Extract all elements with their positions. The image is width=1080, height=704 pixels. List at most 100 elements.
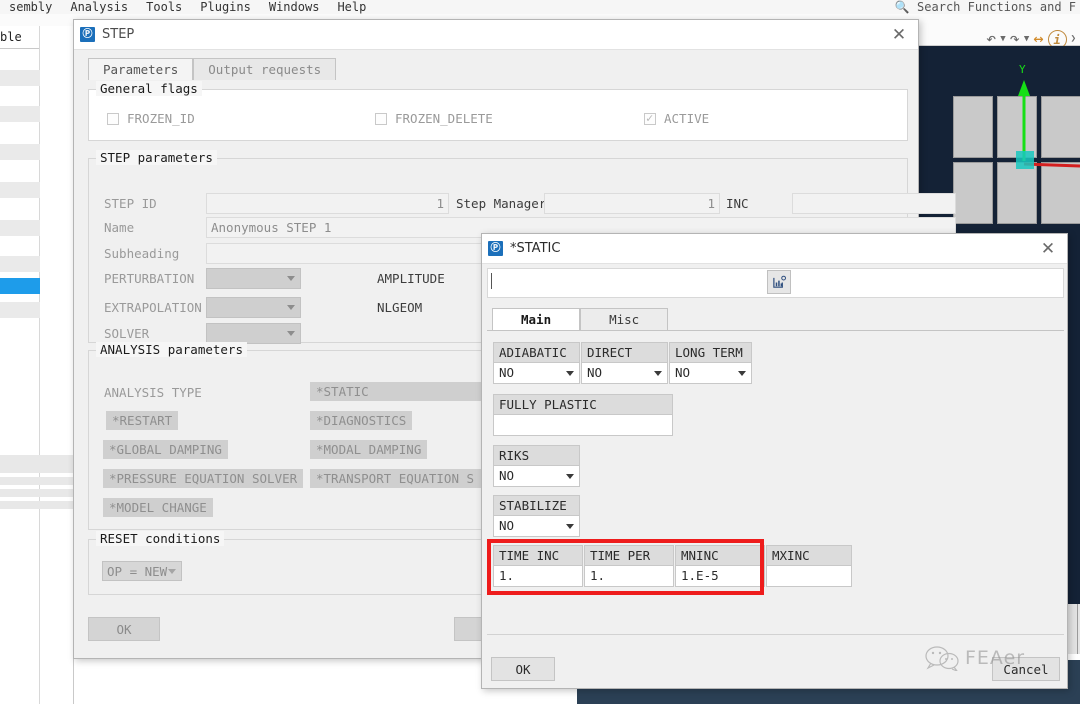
- analysis-type-label: ANALYSIS TYPE: [104, 385, 202, 400]
- analysis-parameters-title: ANALYSIS parameters: [96, 342, 247, 357]
- step-id-field[interactable]: 1: [206, 193, 449, 214]
- step-manager-field[interactable]: 1: [544, 193, 720, 214]
- tab-parameters[interactable]: Parameters: [88, 58, 194, 80]
- menu-item-assembly[interactable]: sembly: [0, 0, 61, 14]
- app-icon: Ⓟ: [80, 27, 95, 42]
- time-inc-header: TIME INC: [493, 545, 583, 566]
- inc-label: INC: [726, 196, 749, 211]
- tree-row[interactable]: [0, 144, 40, 160]
- chevron-down-icon: [287, 276, 295, 281]
- nlgeom-label: NLGEOM: [377, 300, 423, 315]
- keyword-modal-damping-button[interactable]: *MODAL DAMPING: [310, 440, 428, 459]
- fully-plastic-field[interactable]: [493, 414, 673, 436]
- mxinc-field[interactable]: [766, 565, 852, 587]
- static-cancel-button[interactable]: Cancel: [992, 657, 1060, 681]
- redo-chevron-down-icon[interactable]: ▼: [1024, 35, 1029, 44]
- list-item[interactable]: [0, 489, 75, 497]
- menu-item-windows[interactable]: Windows: [260, 0, 329, 14]
- tab-misc[interactable]: Misc: [580, 308, 669, 330]
- step-ok-button[interactable]: OK: [88, 617, 160, 641]
- chevron-down-icon: [287, 331, 295, 336]
- checkbox-frozen-id[interactable]: FROZEN_ID: [107, 111, 195, 126]
- long-term-header: LONG TERM: [669, 342, 752, 363]
- tree-row[interactable]: [0, 182, 40, 198]
- keyword-global-damping-button[interactable]: *GLOBAL DAMPING: [103, 440, 228, 459]
- keyword-pressure-eq-solver-button[interactable]: *PRESSURE EQUATION SOLVER: [103, 469, 304, 488]
- inc-field[interactable]: [792, 193, 956, 214]
- general-flags-box: [88, 89, 908, 141]
- tree-row[interactable]: [0, 220, 40, 236]
- undo-chevron-down-icon[interactable]: ▼: [1000, 35, 1005, 44]
- search-input[interactable]: 🔍 Search Functions and F: [895, 0, 1076, 16]
- menu-item-help[interactable]: Help: [328, 0, 375, 14]
- riks-combo[interactable]: NO: [493, 465, 580, 487]
- left-tree-panel: ble: [0, 26, 74, 704]
- tree-row[interactable]: [0, 106, 40, 122]
- checkbox-box[interactable]: [375, 112, 387, 125]
- left-panel-tab[interactable]: ble: [0, 26, 40, 48]
- reset-op-value: OP = NEW: [107, 564, 168, 579]
- checkbox-box[interactable]: [644, 111, 656, 125]
- chevron-down-icon: [738, 371, 746, 376]
- reset-op-combo[interactable]: OP = NEW: [102, 561, 182, 581]
- adiabatic-combo[interactable]: NO: [493, 362, 580, 384]
- menu-item-plugins[interactable]: Plugins: [191, 0, 260, 14]
- time-per-field[interactable]: 1.: [584, 565, 674, 587]
- mninc-field[interactable]: 1.E-5: [675, 565, 765, 587]
- tree-row-selected[interactable]: [0, 278, 40, 294]
- menu-item-analysis[interactable]: Analysis: [61, 0, 137, 14]
- tab-main[interactable]: Main: [492, 308, 581, 330]
- adiabatic-header: ADIABATIC: [493, 342, 580, 363]
- step-parameters-title: STEP parameters: [96, 150, 217, 165]
- tree-row[interactable]: [0, 256, 40, 272]
- tree-row[interactable]: [0, 70, 40, 86]
- step-manager-label: Step Manager: [456, 196, 547, 211]
- left-panel-divider: [39, 26, 40, 704]
- tree-row[interactable]: [0, 302, 40, 318]
- checkbox-active[interactable]: ACTIVE: [644, 111, 709, 126]
- keyword-restart-button[interactable]: *RESTART: [106, 411, 179, 430]
- chevron-down-icon: [566, 524, 574, 529]
- checkbox-box[interactable]: [107, 112, 119, 125]
- long-term-combo[interactable]: NO: [669, 362, 752, 384]
- direct-combo[interactable]: NO: [581, 362, 668, 384]
- static-ok-button[interactable]: OK: [491, 657, 555, 681]
- menu-item-tools[interactable]: Tools: [137, 0, 191, 14]
- chevron-right-icon[interactable]: ❯: [1071, 35, 1076, 44]
- close-icon[interactable]: ✕: [888, 24, 910, 46]
- static-dialog-titlebar[interactable]: Ⓟ *STATIC ✕: [482, 234, 1067, 264]
- tab-output-requests[interactable]: Output requests: [193, 58, 337, 80]
- extrapolation-combo[interactable]: [206, 297, 301, 318]
- table-tool-icon[interactable]: [767, 270, 791, 294]
- chevron-down-icon: [287, 305, 295, 310]
- search-placeholder-text: Search Functions and F: [917, 0, 1076, 14]
- step-dialog-title: STEP: [102, 27, 135, 42]
- checkbox-frozen-delete[interactable]: FROZEN_DELETE: [375, 111, 493, 126]
- perturbation-label: PERTURBATION: [104, 271, 195, 286]
- static-tab-underline: [487, 330, 1064, 331]
- list-item[interactable]: [0, 477, 75, 485]
- close-icon[interactable]: ✕: [1037, 238, 1059, 260]
- static-dialog: Ⓟ *STATIC ✕ Main Misc ADIABATIC NO DIREC…: [481, 233, 1068, 689]
- step-tabstrip: Parameters Output requests: [88, 58, 337, 80]
- name-label: Name: [104, 220, 135, 235]
- step-dialog-titlebar[interactable]: Ⓟ STEP ✕: [74, 20, 918, 50]
- general-flags-group: General flags FROZEN_ID FROZEN_DELETE AC…: [88, 81, 908, 141]
- chevron-down-icon: [566, 474, 574, 479]
- keyword-diagnostics-button[interactable]: *DIAGNOSTICS: [310, 411, 413, 430]
- time-inc-field[interactable]: 1.: [493, 565, 583, 587]
- subheading-label: Subheading: [104, 246, 180, 261]
- list-item[interactable]: [0, 501, 75, 509]
- chevron-down-icon: [168, 569, 176, 574]
- stabilize-combo[interactable]: NO: [493, 515, 580, 537]
- solver-combo[interactable]: [206, 323, 301, 344]
- adiabatic-value: NO: [499, 365, 515, 380]
- keyword-model-change-button[interactable]: *MODEL CHANGE: [103, 498, 213, 517]
- list-item[interactable]: [0, 455, 75, 473]
- amplitude-label: AMPLITUDE: [377, 271, 445, 286]
- riks-header: RIKS: [493, 445, 580, 466]
- perturbation-combo[interactable]: [206, 268, 301, 289]
- table-tool-glyph: [772, 275, 786, 288]
- stabilize-header: STABILIZE: [493, 495, 580, 516]
- checkbox-label: FROZEN_ID: [127, 111, 195, 126]
